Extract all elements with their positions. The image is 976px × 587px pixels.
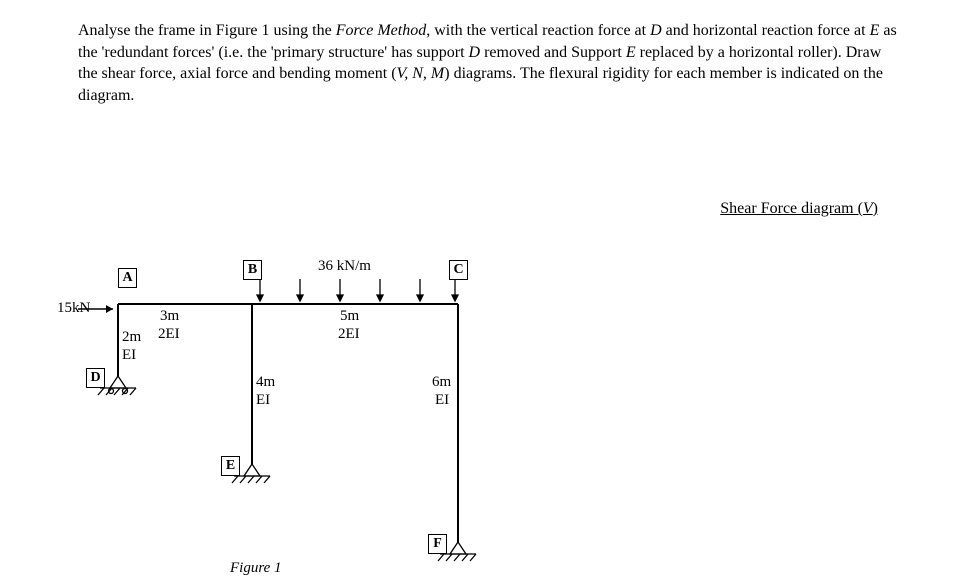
ab-ei: 2EI bbox=[158, 326, 180, 343]
node-a: A bbox=[118, 268, 137, 288]
node-c: C bbox=[449, 260, 468, 280]
problem-statement: Analyse the frame in Figure 1 using the … bbox=[78, 20, 898, 106]
figure-1: A B C D E F 15kN 36 kN/m 3m 2EI 2m EI 4m… bbox=[60, 254, 480, 584]
ad-ei: EI bbox=[122, 347, 136, 364]
load-15kn: 15kN bbox=[57, 300, 90, 317]
node-e: E bbox=[221, 456, 240, 476]
node-f: F bbox=[428, 534, 447, 554]
bc-length: 5m bbox=[340, 308, 359, 325]
bc-ei: 2EI bbox=[338, 326, 360, 343]
figure-caption: Figure 1 bbox=[230, 560, 282, 577]
cf-length: 6m bbox=[432, 374, 451, 391]
be-ei: EI bbox=[256, 392, 270, 409]
ad-length: 2m bbox=[122, 329, 141, 346]
shear-force-heading: Shear Force diagram (V) bbox=[720, 200, 878, 218]
cf-ei: EI bbox=[435, 392, 449, 409]
udl-label: 36 kN/m bbox=[318, 258, 371, 275]
node-d: D bbox=[86, 368, 105, 388]
ab-length: 3m bbox=[160, 308, 179, 325]
node-b: B bbox=[243, 260, 262, 280]
frame-diagram bbox=[60, 254, 480, 584]
be-length: 4m bbox=[256, 374, 275, 391]
